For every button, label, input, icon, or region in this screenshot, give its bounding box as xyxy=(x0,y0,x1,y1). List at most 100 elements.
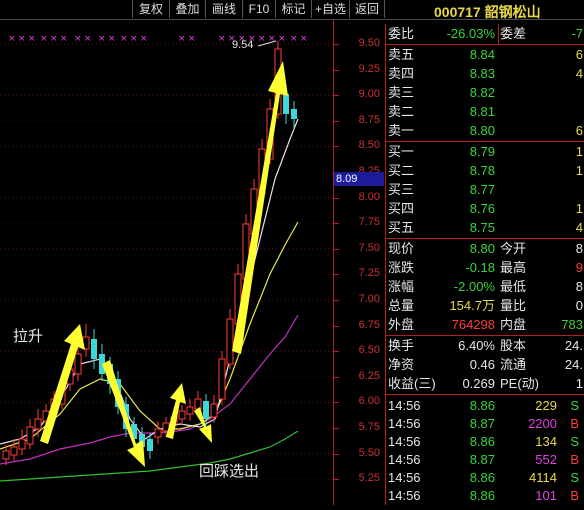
sell-volume: 6 xyxy=(575,47,583,62)
signal-marker: × xyxy=(50,34,58,44)
stat-value: -2.00% xyxy=(453,279,495,294)
sell-price: 8.83 xyxy=(469,66,495,81)
stat-label: 收益(三) xyxy=(388,376,436,391)
stat-label: 股本 xyxy=(500,338,527,353)
buy-level-label: 买二 xyxy=(388,163,415,178)
candle-up xyxy=(26,426,34,445)
buy-price: 8.77 xyxy=(469,182,495,197)
signal-marker: × xyxy=(74,34,82,44)
stat-row: 涨跌 -0.18 最高 9 xyxy=(386,258,584,277)
back-button[interactable]: 返回 xyxy=(349,0,385,18)
buy-level-label: 买四 xyxy=(388,201,415,216)
overlay-button[interactable]: 叠加 xyxy=(169,0,205,18)
axis-label: 6.75 xyxy=(358,318,380,331)
tick-row: 14:56 8.87 2200 B xyxy=(386,414,584,433)
rise-arrow-1 xyxy=(40,324,85,444)
weibi-value: -26.03% xyxy=(446,26,495,41)
weicha-label: 委差 xyxy=(500,26,527,41)
buy-row[interactable]: 买五 8.75 4 xyxy=(386,218,584,237)
tick-time: 14:56 xyxy=(388,470,421,485)
sell-row[interactable]: 卖三 8.82 xyxy=(386,83,584,102)
axis-label: 5.75 xyxy=(358,421,380,433)
stat-label: PE(动) xyxy=(500,376,540,391)
stat-label: 换手 xyxy=(388,338,415,353)
buy-level-label: 买三 xyxy=(388,182,415,197)
stat-value: 24. xyxy=(564,338,583,353)
buy-price: 8.75 xyxy=(469,220,495,235)
buy-volume: 1 xyxy=(575,144,583,159)
add-watchlist-button[interactable]: +自选 xyxy=(311,0,349,18)
stat-row: 外盘 764298 内盘 783 xyxy=(386,315,584,334)
fundamental-row: 换手 6.40% 股本 24. xyxy=(386,336,584,355)
tick-volume: 101 xyxy=(535,488,557,503)
buy-row[interactable]: 买一 8.79 1 xyxy=(386,142,584,161)
tick-time: 14:56 xyxy=(388,416,421,431)
buy-row[interactable]: 买三 8.77 xyxy=(386,180,584,199)
weibi-label: 委比 xyxy=(388,26,415,41)
candle-down xyxy=(203,401,209,419)
candle-up xyxy=(18,438,26,450)
buy-volume: 4 xyxy=(575,220,583,235)
buy-row[interactable]: 买四 8.76 1 xyxy=(386,199,584,218)
panel-column-divider xyxy=(498,24,499,44)
signal-marker: × xyxy=(188,34,196,44)
panel-divider xyxy=(386,394,584,395)
stat-value: 154.7万 xyxy=(449,298,495,313)
tick-time: 14:56 xyxy=(388,398,421,413)
sell-price: 8.80 xyxy=(469,123,495,138)
fuquan-button[interactable]: 复权 xyxy=(132,0,169,18)
sell-row[interactable]: 卖四 8.83 4 xyxy=(386,64,584,83)
stat-label: 涨幅 xyxy=(388,279,415,294)
sell-row[interactable]: 卖一 8.80 6 xyxy=(386,121,584,140)
sell-row[interactable]: 卖二 8.81 xyxy=(386,102,584,121)
chart-canvas[interactable]: × × × × × × × × × × × × × × × × × × × × × × × × xyxy=(0,19,333,505)
tick-row: 14:56 8.86 4114 S xyxy=(386,468,584,487)
signal-marker: × xyxy=(278,34,286,44)
tick-side: B xyxy=(570,452,579,467)
axis-label: 7.00 xyxy=(358,293,380,305)
sell-row[interactable]: 卖五 8.84 6 xyxy=(386,45,584,64)
tick-volume: 552 xyxy=(535,452,557,467)
tick-row: 14:56 8.86 229 S xyxy=(386,396,584,415)
tick-side: S xyxy=(570,470,579,485)
fundamental-row: 收益(三) 0.269 PE(动) 1 xyxy=(386,374,584,393)
sell-level-label: 卖一 xyxy=(388,123,415,138)
sell-price: 8.82 xyxy=(469,85,495,100)
tick-volume: 229 xyxy=(535,398,557,413)
sell-level-label: 卖四 xyxy=(388,66,415,81)
candle-up xyxy=(154,428,162,438)
signal-marker: × xyxy=(290,34,298,44)
stat-label: 总量 xyxy=(388,298,415,313)
pullback-arrow-1 xyxy=(102,360,145,467)
sell-volume: 4 xyxy=(575,66,583,81)
ma-white-line xyxy=(0,118,299,445)
buy-row[interactable]: 买二 8.78 1 xyxy=(386,161,584,180)
axis-label: 6.25 xyxy=(358,369,380,382)
axis-label: 6.00 xyxy=(358,395,380,408)
stat-label: 量比 xyxy=(500,298,527,313)
axis-label: 8.00 xyxy=(358,190,380,203)
stat-value: 0.46 xyxy=(469,357,495,372)
f10-button[interactable]: F10 xyxy=(242,0,275,18)
axis-label: 7.50 xyxy=(358,241,380,254)
axis-label: 6.50 xyxy=(358,344,380,357)
signal-marker: × xyxy=(218,34,226,44)
draw-line-button[interactable]: 画线 xyxy=(205,0,242,18)
mark-button[interactable]: 标记 xyxy=(275,0,311,18)
tick-row: 14:56 8.86 134 S xyxy=(386,432,584,451)
axis-label: 9.25 xyxy=(358,62,380,75)
candle-up xyxy=(186,406,194,415)
tick-price: 8.86 xyxy=(469,434,495,449)
candle-down xyxy=(91,339,97,359)
stat-row: 总量 154.7万 量比 0 xyxy=(386,296,584,315)
candlestick-chart[interactable]: × × × × × × × × × × × × × × × × × × × × × × × × 9.54 拉升 回踩选出 xyxy=(0,19,333,505)
sell-price: 8.84 xyxy=(469,47,495,62)
trend-arrows xyxy=(40,61,288,467)
stat-value: 0 xyxy=(575,298,583,313)
axis-label: 7.25 xyxy=(358,267,380,280)
weibi-row: 委比 -26.03% 委差 -7 xyxy=(386,24,584,43)
signal-marker: × xyxy=(258,34,266,44)
signal-marker: × xyxy=(120,34,128,44)
stat-value: 783 xyxy=(561,317,583,332)
fundamental-row: 净资 0.46 流通 24. xyxy=(386,355,584,374)
